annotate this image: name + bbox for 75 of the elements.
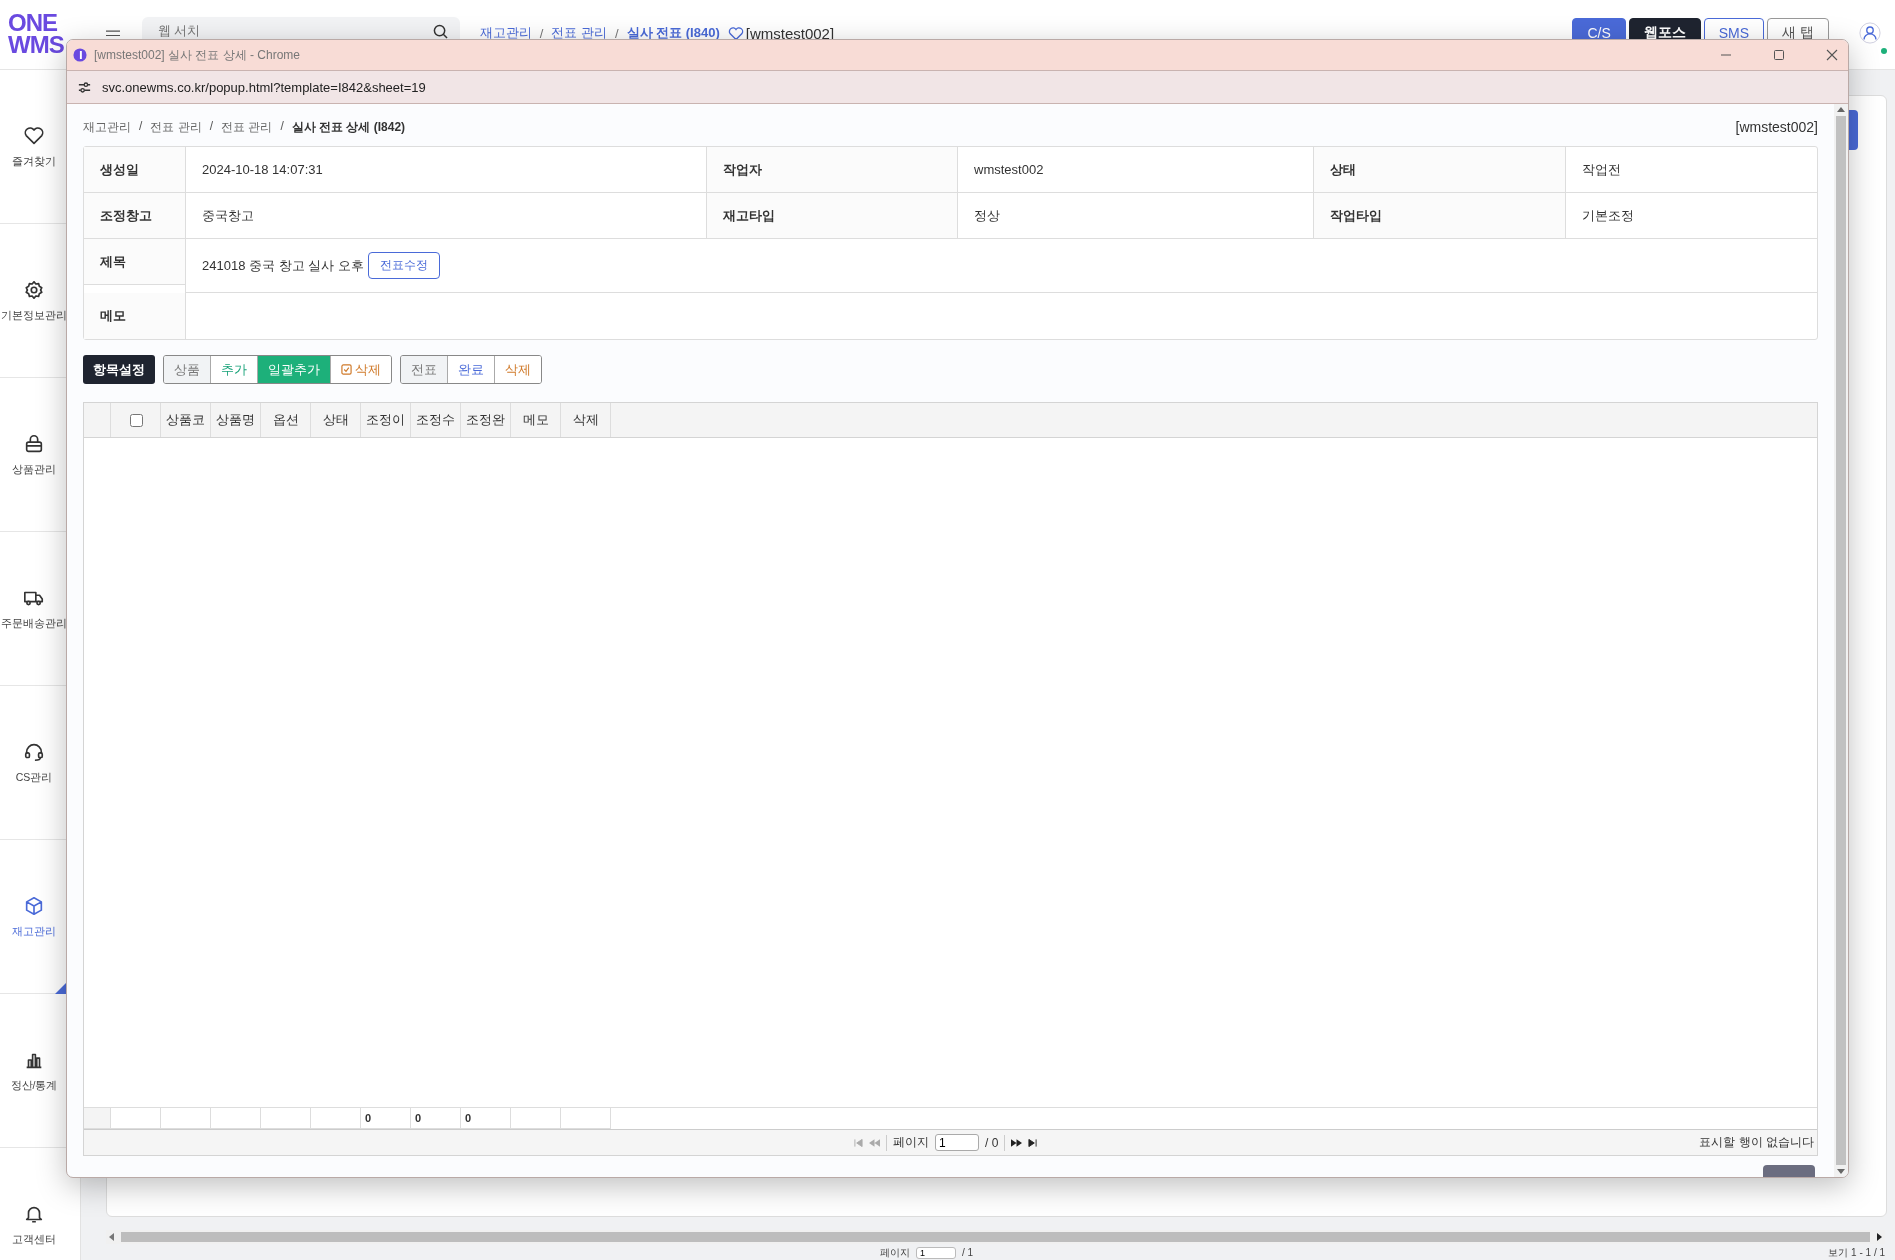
breadcrumb-link[interactable]: 실사 전표 상세 (I842) <box>291 118 406 136</box>
column-header[interactable]: 삭제 <box>561 403 611 437</box>
empty-message: 표시할 행이 없습니다 <box>1699 1134 1814 1151</box>
value-text: wmstest002 <box>974 162 1044 177</box>
breadcrumb-link[interactable]: 전표 관리 <box>221 118 273 136</box>
field-label: 생성일 <box>84 147 185 193</box>
breadcrumb-separator: / <box>139 118 143 135</box>
scroll-thumb[interactable] <box>1836 116 1846 1165</box>
toolbar-button[interactable]: 완료 <box>447 356 494 383</box>
value-text: 중국창고 <box>202 206 254 225</box>
user-tag: [wmstest002] <box>1735 119 1818 135</box>
heart-icon <box>23 124 45 147</box>
field-label: 조정창고 <box>84 193 185 239</box>
search-icon[interactable] <box>432 24 448 39</box>
breadcrumb-separator: / <box>539 25 544 41</box>
value-text: 241018 중국 창고 실사 오후 <box>202 256 364 275</box>
field-label: 재고타입 <box>706 193 957 239</box>
pager-summary: 보기 1 - 1 / 1 <box>1828 1245 1885 1260</box>
logo[interactable]: ONE WMS <box>8 12 64 56</box>
breadcrumb-separator: / <box>614 25 619 41</box>
value-text: 기본조정 <box>1582 206 1634 225</box>
group-label: 상품 <box>164 356 210 383</box>
page-total: / 1 <box>962 1247 974 1258</box>
scroll-left-icon[interactable] <box>109 1233 114 1241</box>
column-header[interactable]: 조정수 <box>411 403 461 437</box>
settings-button[interactable]: 항목설정 <box>83 355 155 384</box>
page-input[interactable]: 1 <box>935 1134 979 1151</box>
column-header[interactable]: 상품코 <box>161 403 211 437</box>
url-text[interactable]: svc.onewms.co.kr/popup.html?template=I842&sheet=19 <box>102 79 426 95</box>
user-icon[interactable] <box>1859 22 1881 44</box>
user-tag: [wmstest002] <box>745 24 835 42</box>
scroll-right-icon[interactable] <box>1877 1233 1882 1241</box>
value-text: 정상 <box>974 206 1000 225</box>
breadcrumb-link[interactable]: 재고관리 <box>83 118 131 136</box>
column-header[interactable]: 조정완 <box>461 403 511 437</box>
site-settings-icon[interactable] <box>77 79 92 95</box>
bag-icon <box>23 432 45 455</box>
breadcrumb-link[interactable]: 전표 관리 <box>551 24 607 42</box>
breadcrumb-link[interactable]: 전표 관리 <box>150 118 202 136</box>
pager-label: 페이지 <box>893 1134 929 1151</box>
column-header[interactable]: 메모 <box>511 403 561 437</box>
maximize-icon[interactable] <box>1773 49 1785 61</box>
window-title: [wmstest002] 실사 전표 상세 - Chrome <box>94 46 301 64</box>
field-label: 작업자 <box>706 147 957 193</box>
last-page-icon[interactable] <box>1028 1138 1038 1147</box>
column-header[interactable]: 상태 <box>311 403 361 437</box>
field-label: 상태 <box>1313 147 1565 193</box>
edit-button[interactable]: 전표수정 <box>367 252 440 279</box>
page-input[interactable]: 1 <box>916 1246 956 1259</box>
column-header[interactable]: 조정이 <box>361 403 411 437</box>
column-header[interactable]: 상품명 <box>211 403 261 437</box>
heart-icon[interactable] <box>727 25 744 41</box>
select-all-checkbox[interactable] <box>129 413 143 427</box>
column-header[interactable]: 옵션 <box>261 403 311 437</box>
breadcrumb-separator: / <box>280 118 284 135</box>
group-label: 전표 <box>401 356 447 383</box>
scroll-down-icon[interactable] <box>1837 1169 1845 1174</box>
breadcrumb-separator: / <box>209 118 214 135</box>
field-label: 메모 <box>84 293 185 339</box>
app-icon <box>73 48 87 62</box>
gear-icon <box>23 278 45 301</box>
field-label: 작업타입 <box>1313 193 1565 239</box>
close-icon[interactable] <box>1826 49 1838 61</box>
cube-icon <box>23 894 45 917</box>
field-label: 제목 <box>84 239 185 285</box>
breadcrumb-link[interactable]: 실사 전표 (I840) <box>626 24 720 42</box>
page-total: / 0 <box>985 1135 999 1150</box>
checkbox-icon <box>341 364 352 375</box>
value-text: 2024-10-18 14:07:31 <box>202 162 323 177</box>
scroll-thumb[interactable] <box>121 1232 1870 1242</box>
value-text: 작업전 <box>1582 160 1621 179</box>
next-page-icon[interactable] <box>1011 1138 1023 1147</box>
pager-label: 페이지 <box>880 1245 910 1260</box>
vertical-scrollbar[interactable] <box>1834 104 1848 1177</box>
breadcrumb-link[interactable]: 재고관리 <box>479 24 532 42</box>
